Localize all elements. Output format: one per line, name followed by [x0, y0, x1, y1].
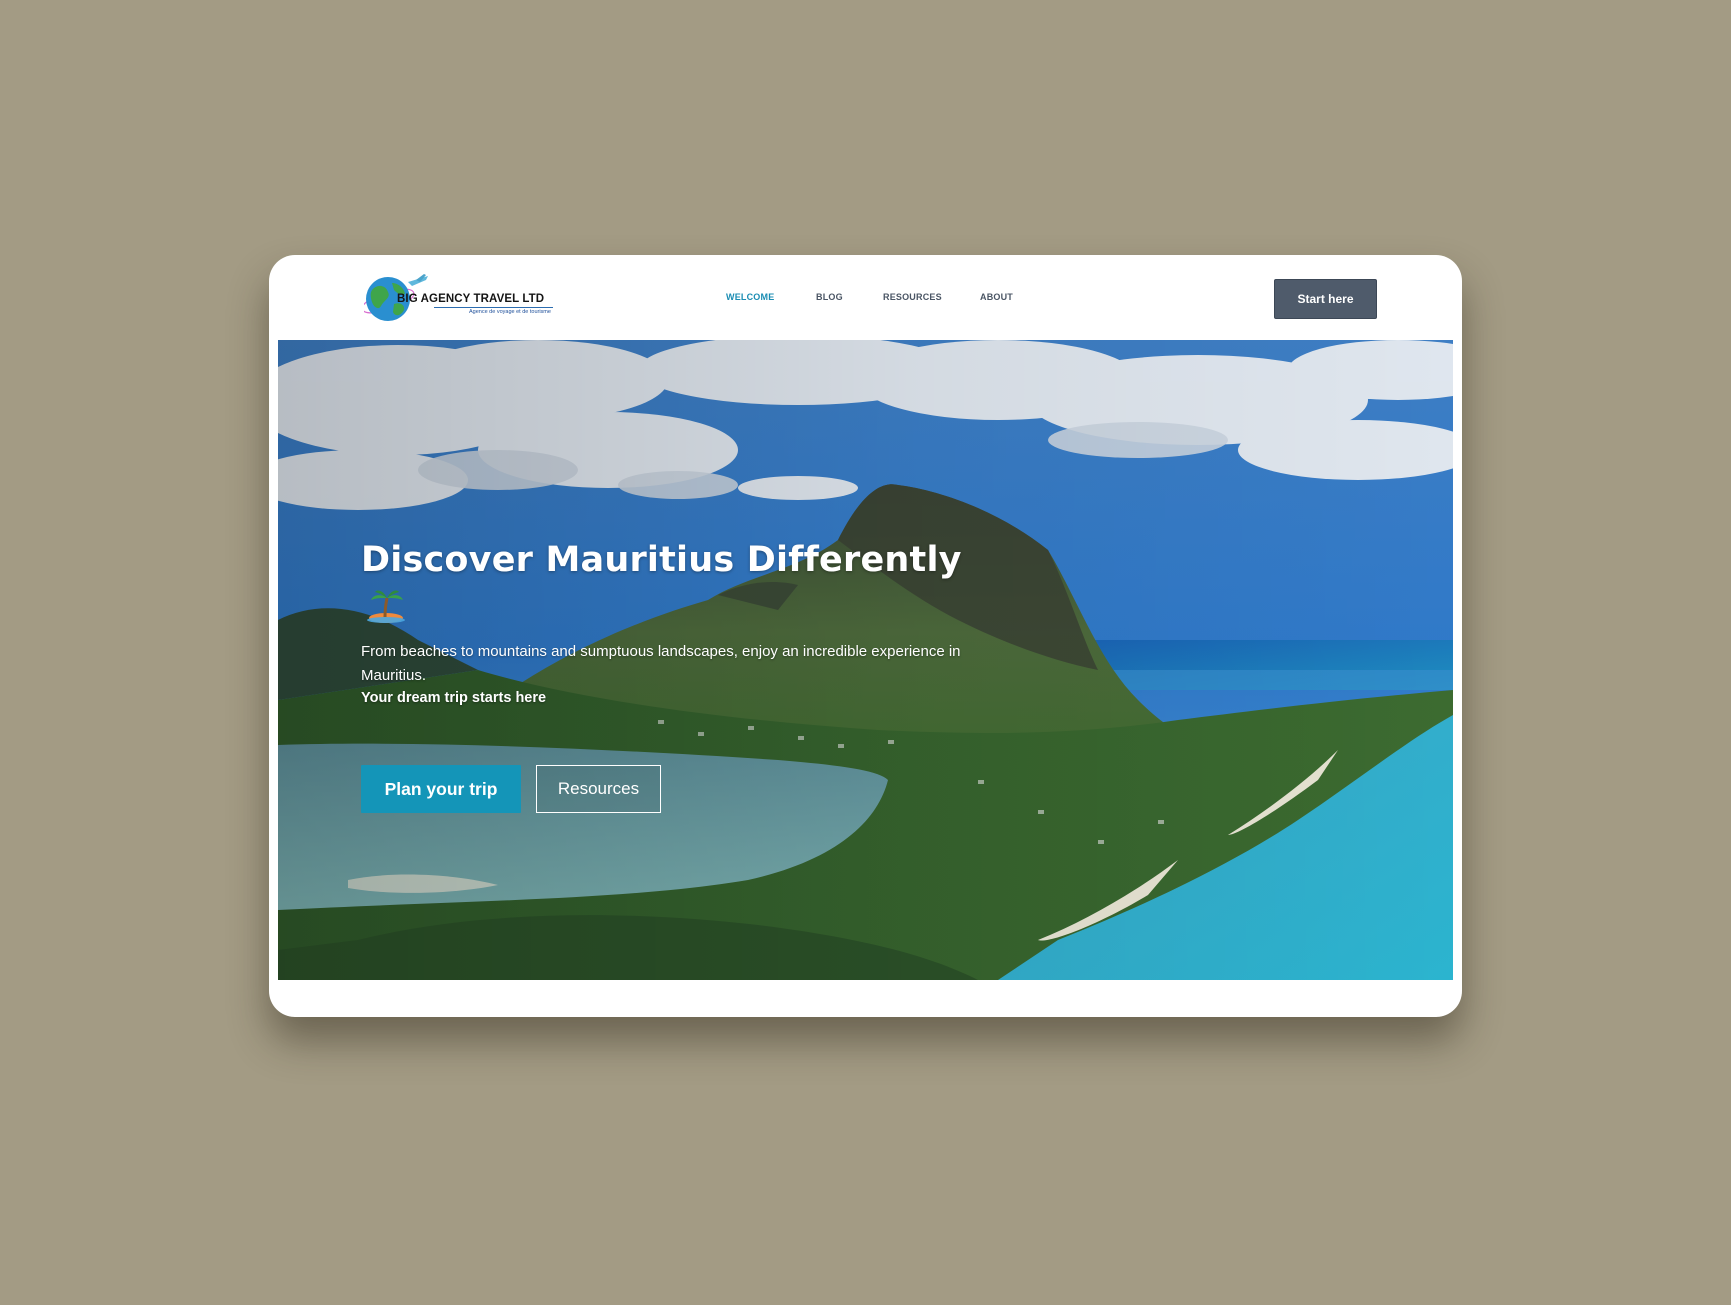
nav-resources[interactable]: RESOURCES [883, 292, 942, 302]
nav-about[interactable]: ABOUT [980, 292, 1013, 302]
plan-your-trip-button[interactable]: Plan your trip [361, 765, 521, 813]
hero-section: Discover Mauritius Differently From beac… [278, 340, 1453, 980]
hero-title: Discover Mauritius Differently [361, 540, 962, 580]
palm-island-icon [366, 587, 406, 625]
resources-button[interactable]: Resources [536, 765, 661, 813]
brand-underline [434, 307, 553, 308]
brand-tagline: Agence de voyage et de tourisme [469, 309, 551, 315]
hero-description: From beaches to mountains and sumptuous … [361, 643, 961, 684]
nav-blog[interactable]: BLOG [816, 292, 843, 302]
browser-card: BIG AGENCY TRAVEL LTD Agence de voyage e… [269, 255, 1462, 1017]
nav-welcome[interactable]: WELCOME [726, 292, 774, 302]
navbar: BIG AGENCY TRAVEL LTD Agence de voyage e… [269, 255, 1462, 339]
hero-tagline: Your dream trip starts here [361, 690, 547, 706]
start-here-button[interactable]: Start here [1274, 279, 1377, 319]
